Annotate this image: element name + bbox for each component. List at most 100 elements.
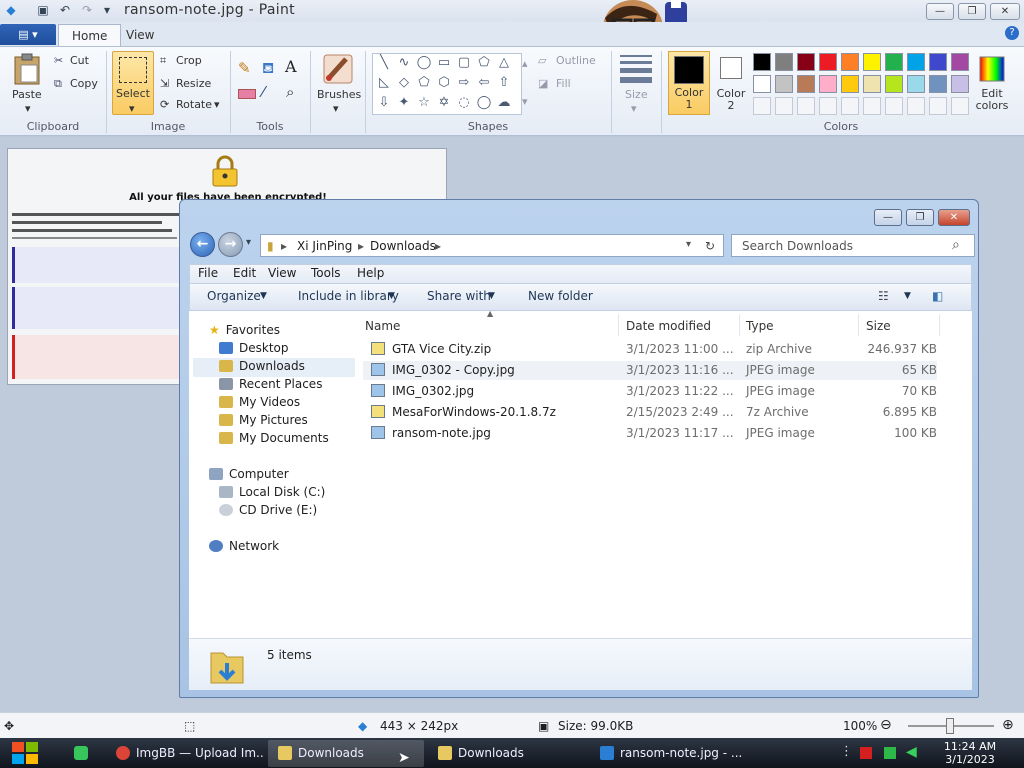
edit-colors-icon[interactable] <box>978 55 1006 83</box>
color-swatch[interactable] <box>841 75 859 93</box>
custom-color-swatch[interactable] <box>929 97 947 115</box>
color-1-button[interactable]: Color 1 <box>668 51 710 115</box>
color-swatch[interactable] <box>819 75 837 93</box>
brushes-icon[interactable] <box>322 53 354 85</box>
oval-callout-shape-icon[interactable]: ◯ <box>475 95 493 111</box>
tab-home[interactable]: Home <box>58 24 122 46</box>
taskbar-item-paint[interactable]: ransom-note.jpg - ... <box>590 740 746 767</box>
size-dropdown-icon[interactable]: ▾ <box>631 102 637 115</box>
rectangle-shape-icon[interactable]: ▭ <box>435 55 453 71</box>
table-row[interactable]: IMG_0302.jpg 3/1/2023 11:22 ... JPEG ima… <box>363 382 937 401</box>
rounded-rectangle-shape-icon[interactable]: ▢ <box>455 55 473 71</box>
search-box[interactable]: Search Downloads ⌕ <box>731 234 975 257</box>
color-swatch[interactable] <box>863 53 881 71</box>
custom-color-swatch[interactable] <box>907 97 925 115</box>
paste-dropdown-icon[interactable]: ▾ <box>25 102 31 115</box>
color-swatch[interactable] <box>951 75 969 93</box>
menu-tools[interactable]: Tools <box>311 266 341 280</box>
crop-icon[interactable]: ⌗ <box>160 54 166 68</box>
color-swatch[interactable] <box>907 75 925 93</box>
color-swatch[interactable] <box>775 75 793 93</box>
nav-my-documents[interactable]: My Documents <box>219 431 329 445</box>
custom-color-swatch[interactable] <box>841 97 859 115</box>
column-separator[interactable] <box>618 314 619 336</box>
tray-overflow-icon[interactable]: ⋮ <box>840 744 853 759</box>
right-triangle-shape-icon[interactable]: ◺ <box>375 75 393 91</box>
line-shape-icon[interactable]: ╲ <box>375 55 393 71</box>
paste-icon[interactable] <box>12 53 42 85</box>
zoom-slider-thumb[interactable] <box>946 718 954 734</box>
back-button[interactable]: ← <box>190 232 215 257</box>
custom-color-swatch[interactable] <box>819 97 837 115</box>
preview-pane-icon[interactable]: ◧ <box>932 289 943 303</box>
color-swatch[interactable] <box>885 75 903 93</box>
breadcrumb-downloads[interactable]: Downloads <box>370 239 436 253</box>
copy-button[interactable]: Copy <box>70 77 98 90</box>
polygon-shape-icon[interactable]: ⬠ <box>475 55 493 71</box>
organize-dropdown-icon[interactable]: ▼ <box>260 291 267 301</box>
resize-icon[interactable]: ⇲ <box>160 77 169 90</box>
cut-icon[interactable]: ✂ <box>54 54 63 67</box>
color-swatch[interactable] <box>775 53 793 71</box>
explorer-maximize-button[interactable]: ❐ <box>906 209 934 226</box>
curve-shape-icon[interactable]: ∿ <box>395 55 413 71</box>
left-arrow-shape-icon[interactable]: ⇦ <box>475 75 493 91</box>
forward-button[interactable]: → <box>218 232 243 257</box>
rotate-icon[interactable]: ⟳ <box>160 98 169 111</box>
address-history-dropdown-icon[interactable]: ▾ <box>686 239 691 250</box>
shapes-gallery[interactable]: ╲ ∿ ◯ ▭ ▢ ⬠ △ ◺ ◇ ⬠ ⬡ ⇨ ⇦ ⇧ ⇩ ✦ ☆ ✡ ◌ ◯ … <box>372 53 522 115</box>
crop-button[interactable]: Crop <box>176 54 202 67</box>
taskbar-clock[interactable]: 11:24 AM 3/1/2023 <box>930 740 1010 766</box>
resize-button[interactable]: Resize <box>176 77 211 90</box>
pencil-icon[interactable]: ✎ <box>238 59 251 77</box>
pinned-app-icon[interactable] <box>74 746 88 760</box>
new-folder-button[interactable]: New folder <box>528 289 593 303</box>
start-button[interactable] <box>8 739 42 767</box>
share-with-button[interactable]: Share with <box>427 289 491 303</box>
custom-color-swatch[interactable] <box>885 97 903 115</box>
up-arrow-shape-icon[interactable]: ⇧ <box>495 75 513 91</box>
explorer-minimize-button[interactable]: — <box>874 209 902 226</box>
tab-view[interactable]: View <box>113 24 167 46</box>
hexagon-shape-icon[interactable]: ⬡ <box>435 75 453 91</box>
menu-view[interactable]: View <box>268 266 296 280</box>
column-header-type[interactable]: Type <box>746 319 774 333</box>
nav-computer[interactable]: Computer <box>209 467 289 481</box>
outline-button[interactable]: Outline <box>556 54 596 67</box>
include-in-library-button[interactable]: Include in library <box>298 289 399 303</box>
file-menu-button[interactable]: ▤ ▾ <box>0 24 56 45</box>
fill-icon[interactable]: ◪ <box>538 77 548 90</box>
eraser-icon[interactable] <box>238 89 256 99</box>
organize-button[interactable]: Organize <box>207 289 261 303</box>
down-arrow-shape-icon[interactable]: ⇩ <box>375 95 393 111</box>
column-separator[interactable] <box>858 314 859 336</box>
shapes-more-icon[interactable]: ▾ <box>522 95 528 108</box>
five-point-star-shape-icon[interactable]: ☆ <box>415 95 433 111</box>
include-dropdown-icon[interactable]: ▼ <box>388 291 395 301</box>
custom-color-swatch[interactable] <box>753 97 771 115</box>
column-separator[interactable] <box>939 314 940 336</box>
view-options-dropdown-icon[interactable]: ▼ <box>904 291 911 301</box>
diamond-shape-icon[interactable]: ◇ <box>395 75 413 91</box>
nav-desktop[interactable]: Desktop <box>219 341 289 355</box>
color-swatch[interactable] <box>797 75 815 93</box>
paste-label[interactable]: Paste <box>12 88 42 101</box>
right-arrow-shape-icon[interactable]: ⇨ <box>455 75 473 91</box>
color-2-label[interactable]: Color 2 <box>716 88 746 112</box>
color-swatch[interactable] <box>885 53 903 71</box>
menu-file[interactable]: File <box>198 266 218 280</box>
color-2-swatch[interactable] <box>720 57 742 79</box>
close-button[interactable]: ✕ <box>990 3 1020 20</box>
table-row[interactable]: IMG_0302 - Copy.jpg 3/1/2023 11:16 ... J… <box>363 361 937 380</box>
magnifier-icon[interactable]: ⌕ <box>286 83 294 101</box>
column-separator[interactable] <box>739 314 740 336</box>
color-swatch[interactable] <box>907 53 925 71</box>
menu-help[interactable]: Help <box>357 266 384 280</box>
explorer-close-button[interactable]: ✕ <box>938 209 970 226</box>
oval-shape-icon[interactable]: ◯ <box>415 55 433 71</box>
color-swatch[interactable] <box>929 53 947 71</box>
maximize-button[interactable]: ❐ <box>958 3 986 20</box>
column-header-name[interactable]: Name <box>365 319 400 333</box>
cut-button[interactable]: Cut <box>70 54 89 67</box>
nav-network[interactable]: Network <box>209 539 279 553</box>
